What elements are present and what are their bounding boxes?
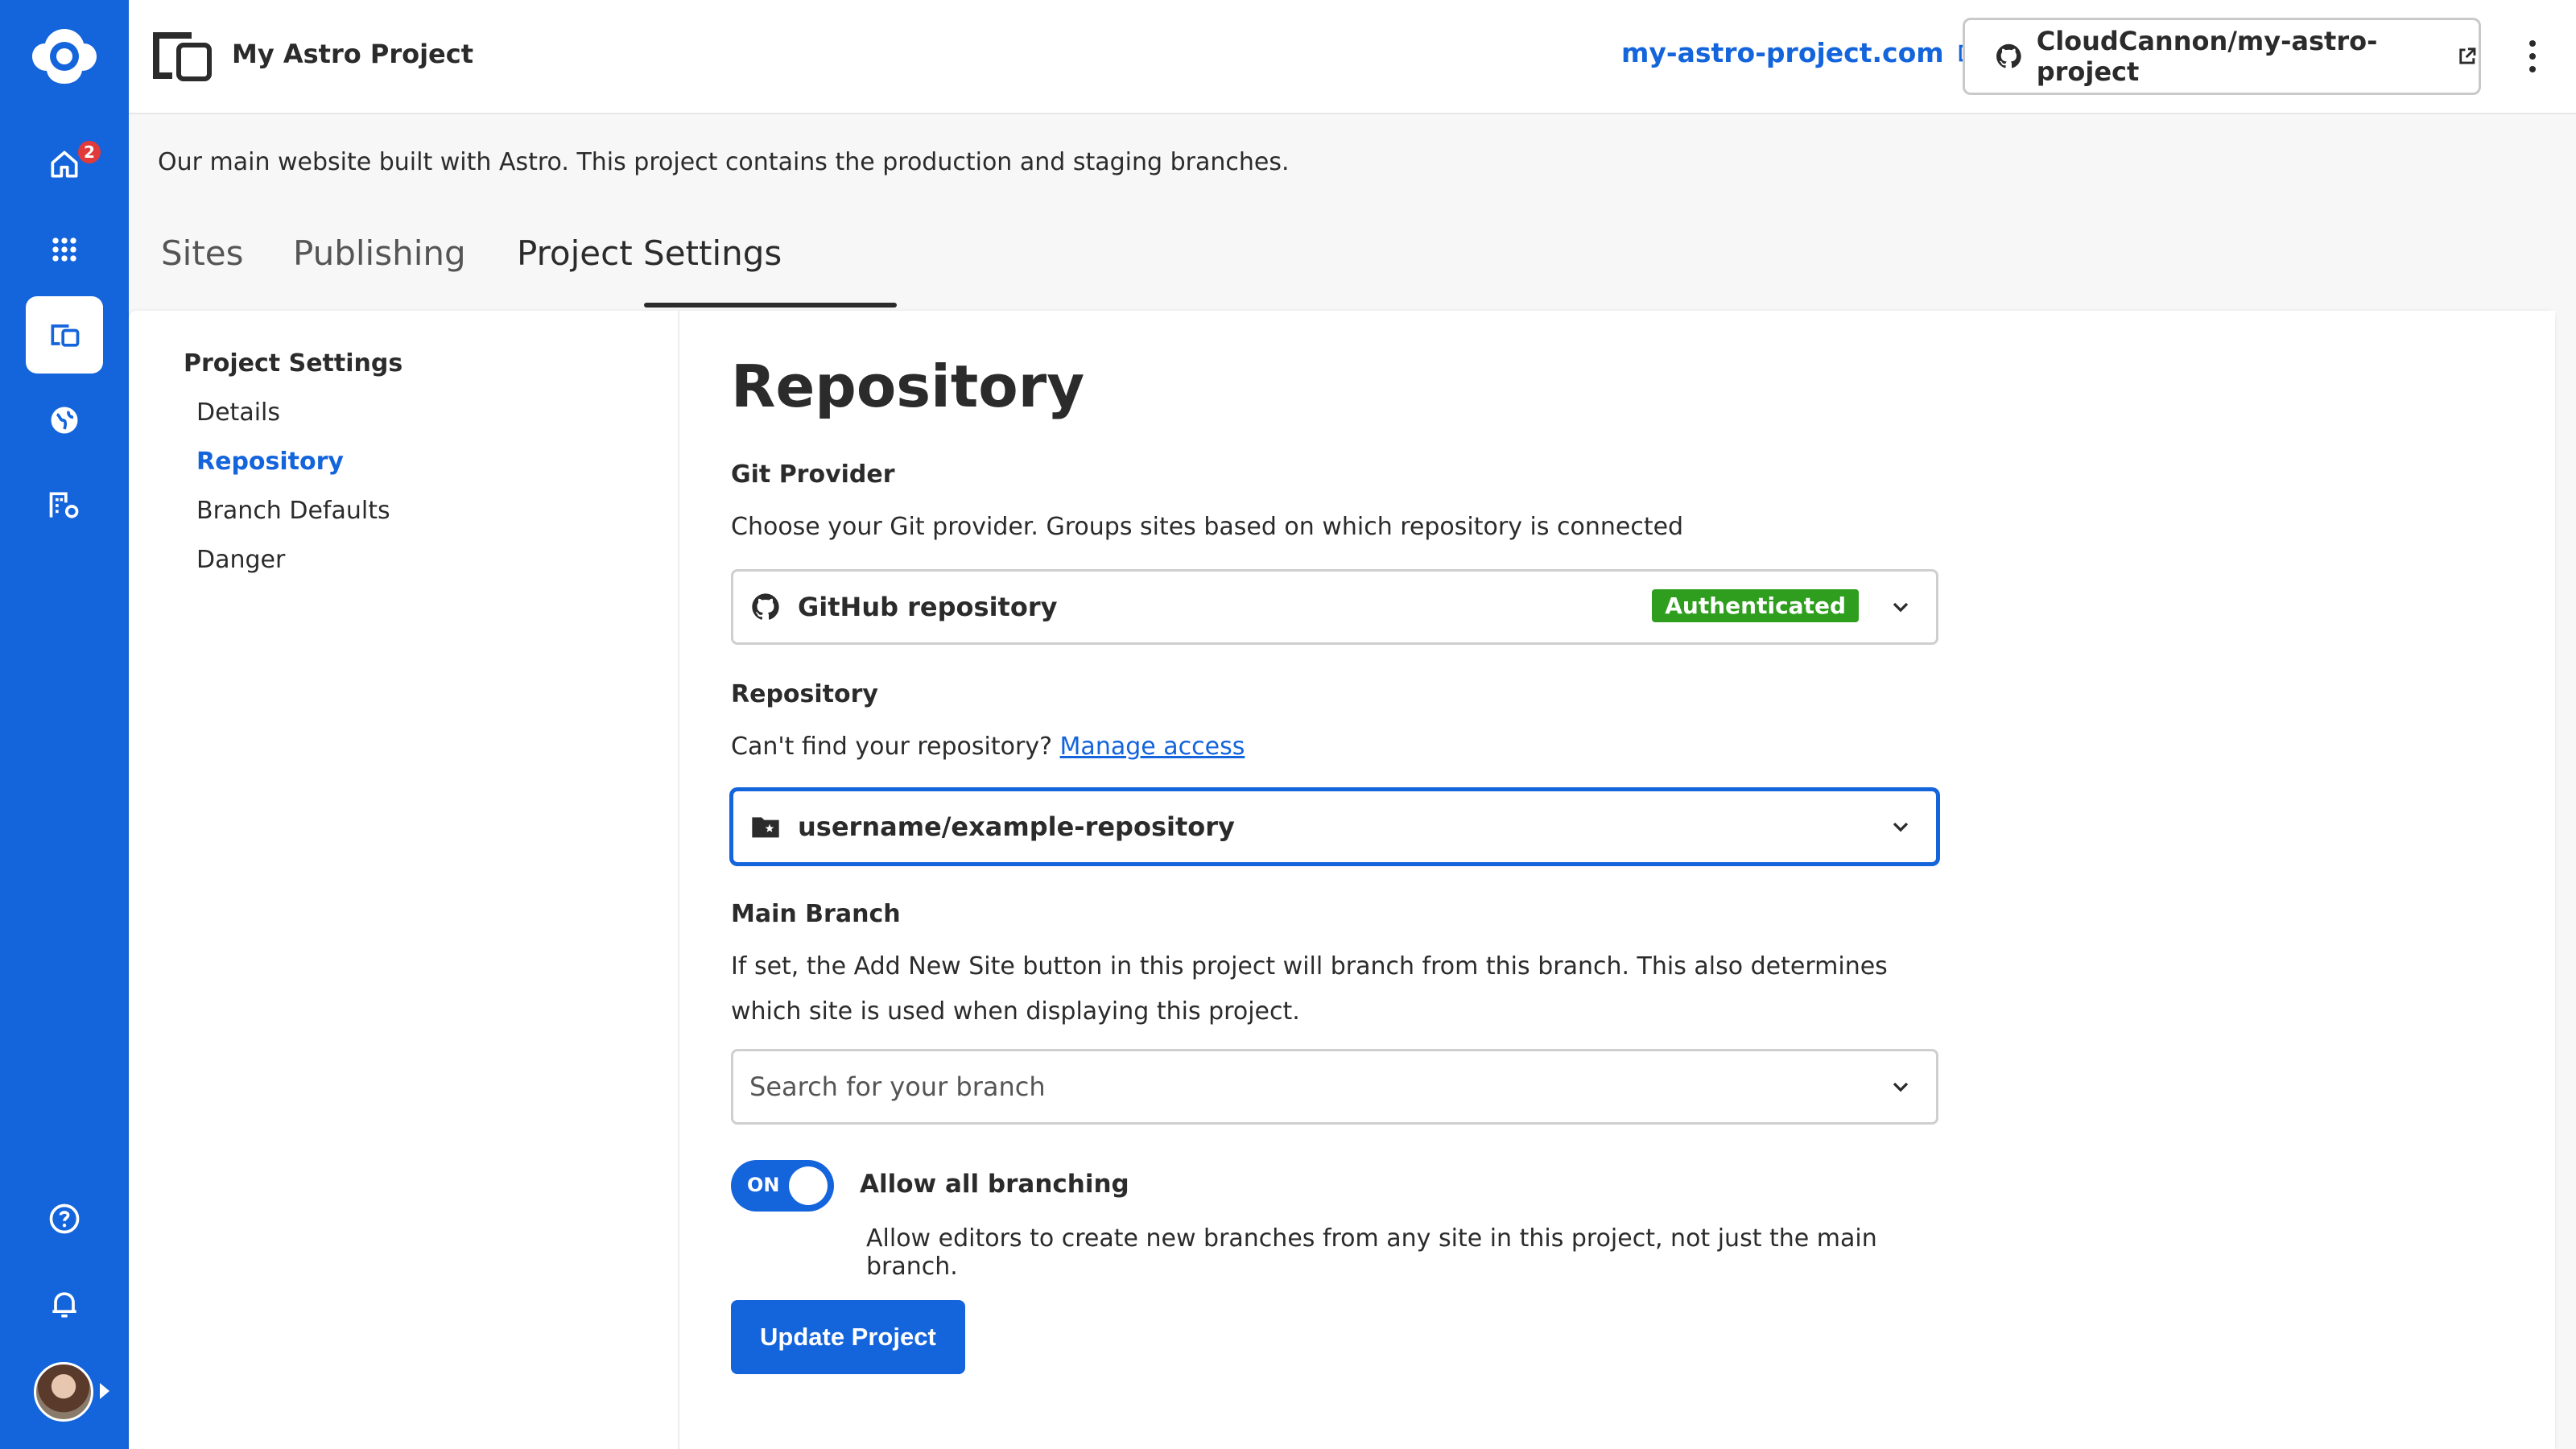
repository-value: username/example-repository xyxy=(798,811,1235,842)
external-link-icon xyxy=(2459,47,2476,64)
git-provider-value: GitHub repository xyxy=(798,592,1058,622)
toggle-knob xyxy=(789,1166,828,1205)
repository-label: Repository xyxy=(731,680,878,708)
starred-folder-icon xyxy=(752,817,779,838)
site-url-link[interactable]: my-astro-project.com xyxy=(1621,37,1979,68)
allow-branching-label: Allow all branching xyxy=(860,1170,1129,1199)
cloudcannon-logo-icon[interactable] xyxy=(29,24,100,89)
devices-icon xyxy=(51,324,80,347)
main-branch-label: Main Branch xyxy=(731,900,901,928)
organisation-settings-button[interactable] xyxy=(26,467,103,544)
repository-help-text: Can't find your repository? xyxy=(731,733,1052,761)
globe-icon xyxy=(51,407,78,434)
main-branch-help: If set, the Add New Site button in this … xyxy=(731,952,1888,1026)
main-branch-placeholder: Search for your branch xyxy=(749,1071,1046,1102)
project-tabs: Sites Publishing Project Settings xyxy=(129,225,2576,309)
side-nav-item-branch-defaults[interactable]: Branch Defaults xyxy=(196,497,402,525)
allow-branching-help: Allow editors to create new branches fro… xyxy=(866,1224,1877,1281)
app-rail: 2 xyxy=(0,0,129,1449)
project-devices-icon xyxy=(153,32,212,81)
git-provider-help: Choose your Git provider. Groups sites b… xyxy=(731,513,1684,541)
side-nav-heading: Project Settings xyxy=(184,349,403,378)
building-settings-icon xyxy=(49,492,79,518)
user-avatar[interactable] xyxy=(34,1362,93,1422)
notification-count-badge: 2 xyxy=(76,138,103,166)
github-icon xyxy=(1996,43,2021,68)
toggle-state-label: ON xyxy=(747,1174,780,1196)
tab-sites[interactable]: Sites xyxy=(161,233,244,273)
project-header: My Astro Project my-astro-project.com Cl… xyxy=(129,0,2576,114)
apps-button[interactable] xyxy=(26,211,103,288)
tab-project-settings[interactable]: Project Settings xyxy=(517,233,782,273)
page-title: Repository xyxy=(731,353,1085,420)
repository-select[interactable]: username/example-repository xyxy=(731,789,1938,865)
update-project-button[interactable]: Update Project xyxy=(731,1300,965,1374)
git-provider-select[interactable]: GitHub repository Authenticated xyxy=(731,569,1938,645)
projects-button[interactable] xyxy=(26,296,103,374)
side-nav-item-details[interactable]: Details xyxy=(196,398,402,427)
help-button[interactable] xyxy=(26,1180,103,1257)
globe-button[interactable] xyxy=(26,382,103,459)
side-nav-item-repository[interactable]: Repository xyxy=(196,448,402,476)
caret-right-icon[interactable] xyxy=(100,1383,109,1399)
tab-publishing[interactable]: Publishing xyxy=(293,233,466,273)
site-url-text: my-astro-project.com xyxy=(1621,37,1944,68)
settings-side-nav: Project Settings Details Repository Bran… xyxy=(184,349,402,595)
git-provider-label: Git Provider xyxy=(731,460,895,489)
repository-help: Can't find your repository? Manage acces… xyxy=(731,724,1938,770)
manage-access-link[interactable]: Manage access xyxy=(1060,733,1245,761)
allow-branching-row: ON Allow all branching xyxy=(731,1160,1938,1216)
chevron-down-icon xyxy=(1893,822,1909,832)
active-tab-indicator xyxy=(644,303,897,308)
home-button[interactable]: 2 xyxy=(26,126,103,203)
main-branch-select[interactable]: Search for your branch xyxy=(731,1049,1938,1125)
bell-icon xyxy=(52,1292,76,1318)
allow-branching-toggle[interactable]: ON xyxy=(731,1160,834,1212)
side-nav-item-danger[interactable]: Danger xyxy=(196,546,402,574)
repository-panel: Repository Git Provider Choose your Git … xyxy=(678,311,2555,1449)
settings-content: Project Settings Details Repository Bran… xyxy=(129,311,2555,1449)
apps-grid-icon xyxy=(52,237,76,262)
github-repo-text: CloudCannon/my-astro-project xyxy=(2036,26,2378,87)
help-icon xyxy=(49,1203,80,1234)
github-icon xyxy=(752,593,779,620)
chevron-down-icon xyxy=(1893,1082,1909,1092)
authenticated-badge: Authenticated xyxy=(1652,589,1859,622)
chevron-down-icon xyxy=(1893,602,1909,613)
project-title: My Astro Project xyxy=(232,39,474,69)
github-repo-button[interactable]: CloudCannon/my-astro-project xyxy=(1963,18,2481,95)
project-description: Our main website built with Astro. This … xyxy=(158,148,1290,176)
notifications-button[interactable] xyxy=(26,1265,103,1343)
more-options-icon[interactable] xyxy=(2516,35,2549,77)
